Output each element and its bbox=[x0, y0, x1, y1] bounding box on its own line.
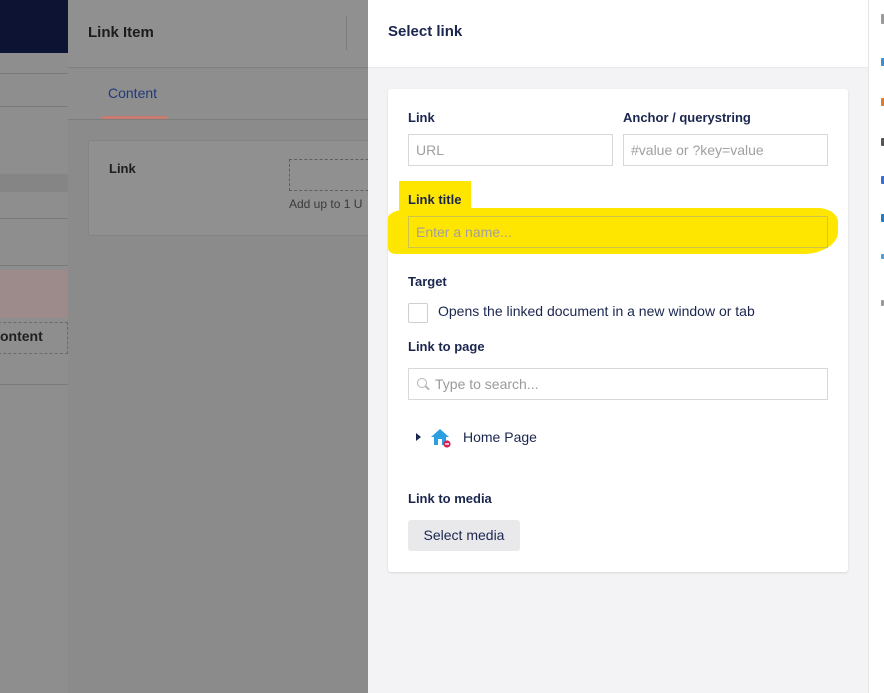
dialog-header: Select link bbox=[368, 0, 868, 68]
url-input[interactable] bbox=[408, 134, 613, 166]
anchor-label: Anchor / querystring bbox=[623, 110, 751, 125]
anchor-input[interactable] bbox=[623, 134, 828, 166]
background-content-label: ontent bbox=[0, 328, 43, 344]
select-media-button[interactable]: Select media bbox=[408, 520, 520, 551]
target-label: Target bbox=[408, 274, 447, 289]
background-app: ontent bbox=[0, 0, 68, 693]
page-search-placeholder: Type to search... bbox=[435, 376, 539, 392]
background-divider bbox=[0, 106, 68, 107]
link-item-panel: Link Item Content Link Add up to 1 U bbox=[68, 0, 389, 693]
background-topbar bbox=[0, 0, 68, 53]
tab-content-underline bbox=[102, 116, 168, 119]
link-label: Link bbox=[408, 110, 435, 125]
right-edge-panel bbox=[868, 0, 884, 693]
search-icon bbox=[417, 378, 427, 388]
link-item-title: Link Item bbox=[88, 24, 154, 41]
new-window-checkbox-label[interactable]: Opens the linked document in a new windo… bbox=[438, 303, 755, 319]
background-band bbox=[0, 174, 68, 192]
select-link-dialog: Select link Link Anchor / querystring Li… bbox=[368, 0, 868, 693]
add-link-hint: Add up to 1 U bbox=[289, 197, 363, 211]
background-divider bbox=[0, 384, 68, 385]
background-divider bbox=[0, 265, 68, 266]
dialog-card: Link Anchor / querystring Link title Tar… bbox=[388, 89, 848, 572]
page-search-input[interactable]: Type to search... bbox=[408, 368, 828, 400]
link-field-label: Link bbox=[109, 161, 136, 176]
tree-item-home-page[interactable]: Home Page bbox=[416, 426, 616, 448]
link-title-input[interactable] bbox=[408, 216, 828, 248]
link-item-header: Link Item bbox=[68, 0, 368, 68]
dialog-title: Select link bbox=[388, 23, 463, 40]
background-highlight-row bbox=[0, 270, 68, 318]
background-divider bbox=[0, 218, 68, 219]
new-window-checkbox[interactable] bbox=[408, 303, 428, 323]
background-divider bbox=[0, 73, 68, 74]
link-item-tabs: Content bbox=[68, 69, 368, 120]
tab-content[interactable]: Content bbox=[108, 85, 157, 101]
link-to-page-label: Link to page bbox=[408, 339, 485, 354]
link-to-media-label: Link to media bbox=[408, 491, 492, 506]
home-icon bbox=[431, 429, 451, 448]
link-title-label: Link title bbox=[408, 192, 462, 207]
link-item-card: Link Add up to 1 U bbox=[88, 140, 389, 236]
expand-caret-icon[interactable] bbox=[416, 433, 421, 441]
tree-item-label[interactable]: Home Page bbox=[463, 429, 537, 445]
